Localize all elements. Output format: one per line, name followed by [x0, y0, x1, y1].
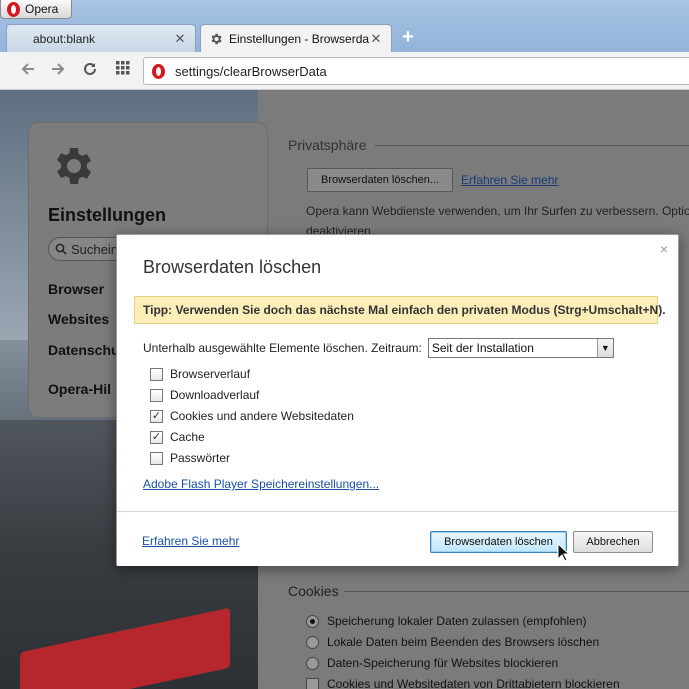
opera-badge-icon	[152, 63, 165, 79]
radio-label: Daten-Speicherung für Websites blockiere…	[327, 656, 559, 670]
privacy-description: Opera kann Webdienste verwenden, um Ihr …	[306, 204, 689, 218]
checkbox-label: Browserverlauf	[170, 367, 251, 381]
address-url: settings/clearBrowserData	[175, 63, 327, 79]
sidebar-item-help[interactable]: Opera-Hil	[48, 381, 111, 397]
option-download-history[interactable]: Downloadverlauf	[150, 388, 259, 402]
cancel-button[interactable]: Abbrechen	[573, 531, 653, 553]
tab-title: about:blank	[33, 31, 96, 46]
mouse-cursor-icon	[557, 543, 571, 562]
time-range-row: Unterhalb ausgewählte Elemente löschen. …	[143, 338, 614, 358]
opera-menu-label: Opera	[25, 2, 59, 16]
tab-title: Einstellungen - Browserdaten löschen	[229, 31, 369, 46]
option-passwords[interactable]: Passwörter	[150, 451, 230, 465]
radio-button[interactable]	[306, 614, 319, 628]
tab-about-blank[interactable]: about:blank ✕	[6, 24, 196, 52]
checkbox-label: Cookies und Websitedaten von Drittabiete…	[327, 677, 620, 689]
clear-data-button[interactable]: Browserdaten löschen...	[307, 168, 453, 192]
learn-more-link[interactable]: Erfahren Sie mehr	[461, 173, 558, 187]
forward-arrow-icon[interactable]	[48, 61, 68, 81]
checkbox-label: Downloadverlauf	[170, 388, 260, 402]
section-divider	[375, 145, 689, 146]
chevron-down-icon[interactable]: ▼	[596, 339, 613, 357]
time-range-label: Unterhalb ausgewählte Elemente löschen. …	[143, 341, 422, 355]
confirm-clear-button[interactable]: Browserdaten löschen	[430, 531, 567, 553]
privacy-heading: Privatsphäre	[288, 137, 367, 153]
dialog-title: Browserdaten löschen	[143, 257, 322, 277]
radio-label: Speicherung lokaler Daten zulassen (empf…	[327, 614, 587, 628]
tab-close-icon[interactable]: ✕	[173, 31, 187, 47]
opera-logo-icon	[7, 1, 20, 17]
checkbox[interactable]	[306, 677, 319, 689]
flash-settings-link[interactable]: Adobe Flash Player Speichereinstellungen…	[143, 477, 379, 491]
time-range-select[interactable]: Seit der Installation ▼	[427, 338, 614, 358]
checkbox[interactable]	[150, 451, 163, 465]
address-bar[interactable]: settings/clearBrowserData	[143, 57, 689, 85]
new-tab-button[interactable]: +	[398, 27, 418, 48]
radio-label: Lokale Daten beim Beenden des Browsers l…	[327, 635, 600, 649]
search-icon	[55, 243, 67, 255]
sidebar-item-browser[interactable]: Browser	[48, 281, 104, 297]
section-divider	[344, 591, 689, 592]
checkbox-label: Passwörter	[170, 451, 231, 465]
gear-icon	[211, 33, 222, 44]
checkbox-checked[interactable]: ✓	[150, 430, 163, 444]
cookie-option-allow[interactable]: Speicherung lokaler Daten zulassen (empf…	[306, 614, 586, 628]
tab-settings[interactable]: Einstellungen - Browserdaten löschen ✕	[200, 24, 392, 52]
sidebar-item-privacy[interactable]: Datenschu	[48, 342, 120, 358]
radio-button[interactable]	[306, 635, 319, 649]
checkbox[interactable]	[150, 388, 163, 402]
close-icon[interactable]: ×	[660, 241, 668, 257]
checkbox-label: Cookies und andere Websitedaten	[170, 409, 354, 423]
search-placeholder: Suchein	[71, 241, 118, 257]
sidebar-title: Einstellungen	[48, 205, 167, 225]
cookie-option-block[interactable]: Daten-Speicherung für Websites blockiere…	[306, 656, 558, 670]
opera-menu-button[interactable]: Opera	[0, 0, 72, 19]
learn-more-link[interactable]: Erfahren Sie mehr	[142, 534, 239, 548]
tab-close-icon[interactable]: ✕	[369, 31, 383, 47]
back-arrow-icon[interactable]	[18, 61, 38, 81]
cookies-heading: Cookies	[288, 583, 339, 599]
third-party-block-option[interactable]: Cookies und Websitedaten von Drittabiete…	[306, 677, 620, 689]
dialog-footer: Erfahren Sie mehr Browserdaten löschen A…	[117, 511, 678, 566]
checkbox-label: Cache	[170, 430, 205, 444]
grid-icon[interactable]	[113, 61, 133, 81]
option-cache[interactable]: ✓ Cache	[150, 430, 205, 444]
option-browsing-history[interactable]: Browserverlauf	[150, 367, 250, 381]
clear-browsing-data-dialog: × Browserdaten löschen Tipp: Verwenden S…	[116, 234, 679, 566]
option-cookies[interactable]: ✓ Cookies und andere Websitedaten	[150, 409, 354, 423]
navigation-toolbar: settings/clearBrowserData	[0, 52, 689, 90]
checkbox-checked[interactable]: ✓	[150, 409, 163, 423]
incognito-tip-banner: Tipp: Verwenden Sie doch das nächste Mal…	[134, 296, 666, 324]
reload-icon[interactable]	[80, 61, 100, 81]
radio-button[interactable]	[306, 656, 319, 670]
sidebar-item-websites[interactable]: Websites	[48, 311, 109, 327]
cookie-option-clear-on-exit[interactable]: Lokale Daten beim Beenden des Browsers l…	[306, 635, 599, 649]
time-range-value: Seit der Installation	[431, 341, 534, 355]
checkbox[interactable]	[150, 367, 163, 381]
settings-gear-icon	[57, 148, 91, 184]
